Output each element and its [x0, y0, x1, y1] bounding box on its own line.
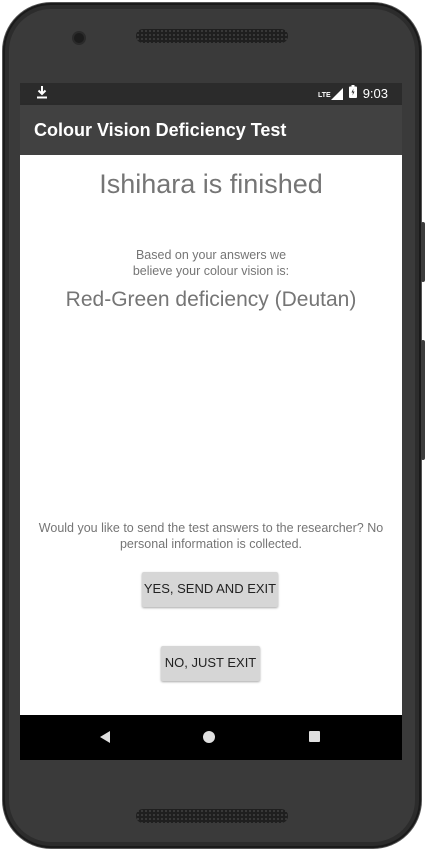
power-button — [421, 340, 425, 460]
phone-screen: LTE 9:03 Colour Vision Deficiency Test I… — [20, 83, 402, 760]
send-question-line-1: Would you like to send the test answers … — [38, 521, 384, 535]
top-speaker — [136, 29, 288, 43]
back-icon[interactable] — [100, 731, 110, 743]
no-just-exit-button[interactable]: NO, JUST EXIT — [161, 646, 260, 681]
yes-send-and-exit-button[interactable]: YES, SEND AND EXIT — [142, 572, 278, 607]
recents-icon[interactable] — [309, 731, 320, 742]
result-content: Ishihara is finished Based on your answe… — [20, 155, 402, 715]
home-icon[interactable] — [203, 731, 215, 743]
app-title: Colour Vision Deficiency Test — [34, 120, 287, 140]
signal-icon: LTE — [318, 88, 343, 100]
result-intro: Based on your answers we believe your co… — [20, 247, 402, 279]
result-intro-line-1: Based on your answers we — [135, 248, 287, 262]
navigation-bar — [20, 715, 402, 760]
result-headline: Ishihara is finished — [99, 169, 323, 199]
status-time: 9:03 — [362, 86, 388, 101]
download-icon — [36, 85, 48, 103]
network-type-label: LTE — [317, 92, 331, 99]
status-bar: LTE 9:03 — [20, 83, 402, 105]
volume-button — [421, 222, 425, 282]
bottom-speaker — [136, 809, 288, 823]
front-camera — [74, 33, 84, 43]
send-question: Would you like to send the test answers … — [26, 520, 396, 552]
result-intro-line-2: believe your colour vision is: — [132, 264, 290, 278]
diagnosis-result: Red-Green deficiency (Deutan) — [65, 288, 357, 311]
app-bar: Colour Vision Deficiency Test — [20, 105, 402, 155]
status-icons: LTE 9:03 — [318, 85, 388, 103]
send-question-line-2: personal information is collected. — [119, 537, 303, 551]
battery-icon — [348, 85, 357, 103]
